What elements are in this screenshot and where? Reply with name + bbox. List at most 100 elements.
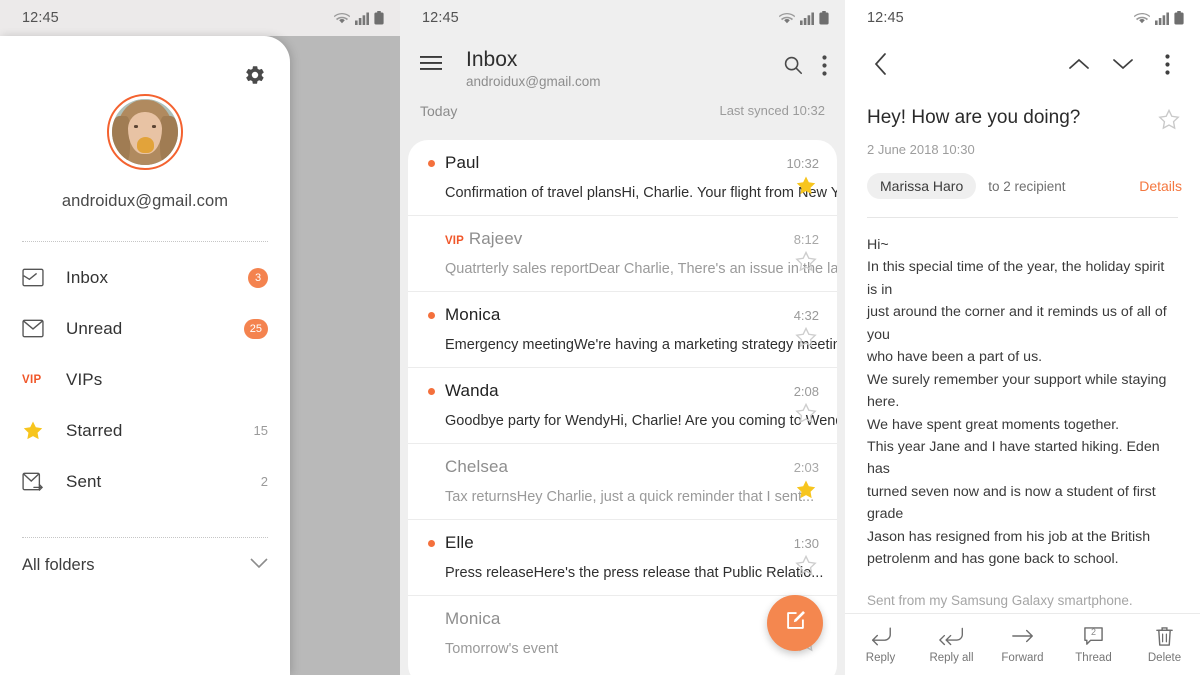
sidebar-item-inbox[interactable]: Inbox 3	[0, 252, 290, 303]
unread-badge: 25	[243, 318, 268, 339]
chevron-up-icon[interactable]	[1064, 49, 1094, 79]
reply-button[interactable]: Reply	[845, 625, 916, 664]
status-bar-b: 12:45	[400, 0, 845, 36]
forward-icon	[1011, 625, 1035, 647]
drawer-stack: Today Paul10:32Confirmation of travel pl…	[0, 36, 400, 675]
sidebar-item-unread[interactable]: Unread 25	[0, 303, 290, 354]
drawer-nav-list: Inbox 3 Unread 25 VIP VIPs Starred 15 Sent 2	[0, 252, 290, 507]
sender-name: Chelsea	[445, 457, 509, 476]
sent-icon	[22, 472, 52, 491]
sidebar-item-vips[interactable]: VIP VIPs	[0, 354, 290, 405]
avatar[interactable]	[107, 94, 183, 170]
message-subject: Confirmation of travel plans	[445, 185, 622, 201]
sender-name: Paul	[445, 153, 480, 172]
avatar-photo	[112, 99, 178, 165]
sender-chip[interactable]: Marissa Haro	[867, 173, 977, 199]
message-text-block: Confirmation of travel plansHi, Charlie.…	[445, 184, 837, 202]
status-icons	[779, 11, 829, 25]
sidebar-item-label: Starred	[66, 420, 123, 440]
reply-all-button[interactable]: Reply all	[916, 625, 987, 664]
sidebar-item-all-folders[interactable]: All folders	[0, 538, 290, 592]
chevron-down-icon[interactable]	[1108, 49, 1138, 79]
envelope-icon	[22, 319, 52, 338]
message-time: 4:32	[793, 307, 819, 323]
compose-icon	[783, 608, 808, 638]
chevron-down-icon	[250, 556, 268, 574]
more-vertical-icon[interactable]	[822, 54, 827, 76]
body-line: just around the corner and it reminds us…	[867, 304, 1167, 343]
message-subject: Press release	[445, 565, 534, 581]
chevron-left-icon[interactable]	[865, 49, 895, 79]
battery-icon	[1174, 11, 1184, 25]
body-line: turned seven now and is now a student of…	[867, 483, 1156, 523]
search-icon[interactable]	[782, 54, 804, 76]
trash-icon	[1155, 625, 1174, 647]
star-outline-icon[interactable]	[795, 554, 819, 581]
body-line: petrolenm and has gone back to school.	[867, 551, 1119, 568]
wifi-icon	[779, 12, 795, 25]
message-list-item[interactable]: Chelsea 2:03 Tax returnsHey Charlie, just …	[408, 444, 837, 520]
panel-message-detail: 12:45 Hey! How are you doing? 2 June 201…	[845, 0, 1200, 675]
sender-name: Wanda	[445, 381, 499, 400]
message-list-item[interactable]: Monica 4:32 Emergency meetingWe're having …	[408, 292, 837, 368]
list-subheader: Today Last synced 10:32	[400, 88, 845, 129]
panel-message-list: 12:45 Inbox androidux@gmail.com Today La…	[400, 0, 845, 675]
sender-name: Monica	[445, 305, 501, 324]
list-header: Inbox androidux@gmail.com	[400, 36, 845, 89]
sidebar-item-sent[interactable]: Sent 2	[0, 456, 290, 507]
thread-button[interactable]: 2 Thread	[1058, 625, 1129, 664]
hamburger-menu-icon[interactable]	[420, 55, 446, 76]
sync-status: Last synced 10:32	[719, 103, 825, 119]
message-subject: Hey! How are you doing?	[867, 107, 1081, 128]
compose-button[interactable]	[767, 595, 823, 651]
star-outline-icon[interactable]	[795, 326, 819, 353]
star-outline-icon[interactable]	[795, 402, 819, 429]
status-clock: 12:45	[867, 10, 904, 26]
message-text-block: Tax returnsHey Charlie, just a quick rem…	[445, 488, 814, 506]
message-time: 1:30	[793, 535, 819, 551]
status-icons	[334, 11, 384, 25]
message-subject: Emergency meeting	[445, 337, 574, 353]
message-time: 10:32	[786, 155, 819, 171]
body-line: Jason has resigned from his job at the B…	[867, 528, 1151, 545]
more-vertical-icon[interactable]	[1152, 49, 1182, 79]
message-list-item[interactable]: Paul 10:32 Confirmation of travel plansHi,…	[408, 140, 837, 216]
star-outline-icon[interactable]	[1158, 108, 1182, 135]
action-label: Delete	[1147, 652, 1182, 664]
forward-button[interactable]: Forward	[987, 625, 1058, 664]
detail-subject-row: Hey! How are you doing?	[845, 84, 1200, 135]
message-list-item[interactable]: Wanda 2:08 Goodbye party for WendyHi, Char…	[408, 368, 837, 444]
message-time: 2:08	[793, 383, 819, 399]
recipients-label: to 2 recipient	[988, 178, 1066, 194]
unread-dot	[428, 539, 435, 547]
message-list-item[interactable]: Elle 1:30 Press releaseHere's the press re…	[408, 520, 837, 596]
detail-sender-row: Marissa Haro to 2 recipient Details	[845, 157, 1200, 199]
sidebar-item-label: VIPs	[66, 369, 103, 389]
account-email-subtitle: androidux@gmail.com	[466, 73, 601, 89]
star-filled-icon[interactable]	[795, 175, 819, 201]
thread-count: 2	[1090, 627, 1096, 637]
details-link[interactable]: Details	[1139, 178, 1182, 194]
account-email: androidux@gmail.com	[61, 192, 229, 210]
message-text-block: Emergency meetingWe're having a marketin…	[445, 336, 837, 354]
sender-name: Monica	[445, 609, 501, 628]
list-title-group: Inbox androidux@gmail.com	[446, 48, 782, 89]
action-label: Reply	[865, 652, 896, 664]
delete-button[interactable]: Delete	[1129, 625, 1200, 664]
message-list-item[interactable]: VIPRajeev 8:12 Quatrterly sales reportDear…	[408, 216, 837, 292]
gear-icon[interactable]	[242, 62, 268, 88]
status-icons	[1134, 11, 1184, 25]
star-outline-icon[interactable]	[795, 250, 819, 277]
unread-dot	[428, 387, 435, 395]
unread-badge: 3	[248, 267, 268, 288]
signal-icon	[1155, 12, 1169, 25]
sidebar-item-label: Unread	[66, 318, 123, 338]
star-filled-icon[interactable]	[795, 479, 819, 505]
list-header-actions	[782, 54, 827, 76]
status-bar-a: 12:45	[0, 0, 400, 36]
message-text-block: Goodbye party for WendyHi, Charlie! Are …	[445, 412, 837, 430]
sidebar-item-starred[interactable]: Starred 15	[0, 405, 290, 456]
signal-icon	[800, 12, 814, 25]
sender-name: Elle	[445, 533, 474, 552]
battery-icon	[374, 11, 384, 25]
